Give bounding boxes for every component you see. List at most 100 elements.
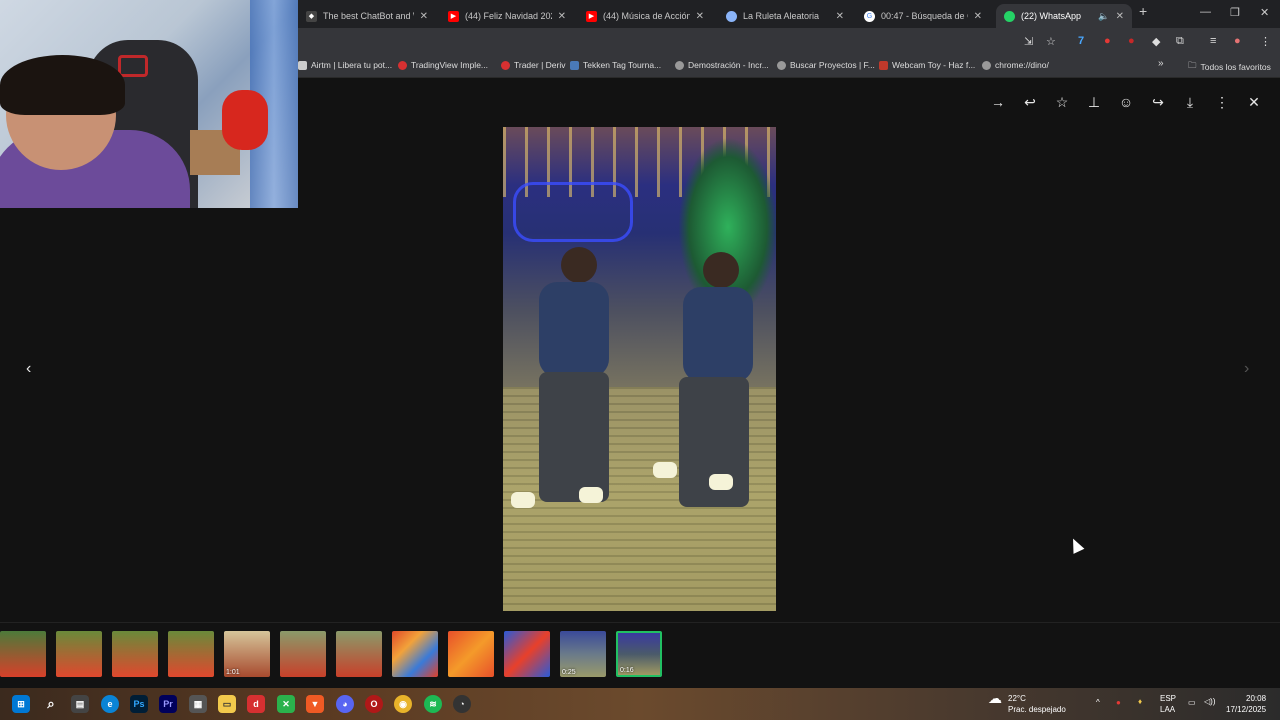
media-thumbnail-strip: 1:01 0:25 0:16: [0, 622, 1280, 688]
media-controls-icon[interactable]: ≡: [1210, 35, 1216, 47]
bookmark-buscar-proyectos[interactable]: Buscar Proyectos | F...: [777, 60, 875, 70]
spotify-icon[interactable]: ≋: [424, 695, 442, 713]
thumbnail[interactable]: [392, 631, 438, 677]
chatbot-icon: ◆: [306, 10, 317, 22]
thumbnail[interactable]: [112, 631, 158, 677]
tab-google-search[interactable]: G 00:47 - Búsqueda de Goo ✕: [856, 4, 990, 28]
media-video-frame[interactable]: [503, 127, 776, 611]
weather-description[interactable]: Prac. despejado: [1008, 705, 1066, 715]
discord-icon[interactable]: ◕: [336, 695, 354, 713]
youtube-icon: ▶: [448, 10, 459, 22]
previous-media-button[interactable]: ‹: [26, 360, 31, 378]
tray-app-icon[interactable]: ●: [1116, 698, 1121, 708]
file-explorer-icon[interactable]: ▭: [218, 695, 236, 713]
show-hidden-icons[interactable]: ^: [1096, 698, 1100, 708]
new-tab-button[interactable]: +: [1139, 3, 1147, 19]
close-icon[interactable]: ✕: [696, 11, 704, 22]
browser-toolbar: ⇲ ☆ 7 ● ● ◆ ⧉ ≡ ● ⋮: [298, 28, 1280, 56]
tab-whatsapp[interactable]: (22) WhatsApp 🔈 ✕: [996, 4, 1132, 28]
tab-musica-accion[interactable]: ▶ (44) Música de Acción y S ✕: [578, 4, 712, 28]
close-icon[interactable]: ✕: [974, 11, 982, 22]
keyboard-layout-indicator[interactable]: LAA: [1160, 705, 1175, 715]
restore-button[interactable]: ❐: [1230, 6, 1240, 19]
thumbnail[interactable]: [504, 631, 550, 677]
bookmark-airtm[interactable]: Airtm | Libera tu pot...: [298, 60, 392, 70]
language-indicator[interactable]: ESP: [1160, 694, 1176, 704]
clock-date[interactable]: 17/12/2025: [1226, 705, 1266, 715]
more-options-icon[interactable]: ⋮: [1212, 92, 1232, 112]
bookmark-dino[interactable]: chrome://dino/: [982, 60, 1049, 70]
install-app-icon[interactable]: ⇲: [1024, 35, 1033, 48]
tab-feliz-navidad[interactable]: ▶ (44) Feliz Navidad 2025 - ✕: [440, 4, 574, 28]
extension-diamond-icon[interactable]: ◆: [1152, 35, 1160, 48]
close-window-button[interactable]: ✕: [1260, 6, 1269, 19]
deriv-app-icon[interactable]: d: [247, 695, 265, 713]
minimize-button[interactable]: —: [1200, 6, 1211, 18]
extension-icon[interactable]: 7: [1078, 35, 1084, 47]
volume-icon[interactable]: ◁)): [1204, 697, 1215, 707]
tab-chatbot[interactable]: ◆ The best ChatBot and Wi ✕: [298, 4, 436, 28]
streamer-hair: [0, 55, 125, 115]
extension-red-icon[interactable]: ●: [1104, 35, 1111, 47]
bookmark-tekken[interactable]: Tekken Tag Tourna...: [570, 60, 661, 70]
plush-toy: [222, 90, 268, 150]
reply-icon[interactable]: ↩: [1020, 92, 1040, 112]
thumbnail[interactable]: [168, 631, 214, 677]
thumbnail[interactable]: 1:01: [224, 631, 270, 677]
bookmarks-overflow-button[interactable]: »: [1158, 58, 1164, 69]
download-icon[interactable]: ⤓: [1180, 92, 1200, 112]
weather-icon[interactable]: ☁: [988, 691, 1002, 705]
close-icon[interactable]: ✕: [1116, 11, 1124, 22]
extensions-puzzle-icon[interactable]: ⧉: [1176, 35, 1184, 48]
chrome-icon[interactable]: ◉: [394, 695, 412, 713]
profile-avatar-icon[interactable]: ●: [1234, 35, 1241, 47]
bookmark-star-icon[interactable]: ☆: [1046, 35, 1056, 48]
photoshop-icon[interactable]: Ps: [130, 695, 148, 713]
close-icon[interactable]: ✕: [420, 11, 428, 22]
folder-icon: 🗀: [1188, 60, 1197, 70]
microphone-icon[interactable]: ♦: [1138, 697, 1142, 707]
all-bookmarks-button[interactable]: 🗀 Todos los favoritos: [1188, 60, 1271, 74]
search-icon[interactable]: ⌕: [42, 695, 60, 713]
thumbnail-selected[interactable]: 0:16: [616, 631, 662, 677]
extension-recorder-icon[interactable]: ●: [1128, 35, 1135, 47]
thumbnail[interactable]: [448, 631, 494, 677]
go-to-message-icon[interactable]: →: [988, 92, 1008, 112]
close-icon[interactable]: ✕: [836, 11, 844, 22]
speaker-icon[interactable]: 🔈: [1098, 11, 1109, 22]
close-viewer-icon[interactable]: ✕: [1244, 92, 1264, 112]
close-icon[interactable]: ✕: [558, 11, 566, 22]
bookmark-tradingview[interactable]: TradingView Imple...: [398, 60, 488, 70]
bookmark-deriv[interactable]: Trader | Deriv: [501, 60, 566, 70]
tab-ruleta[interactable]: La Ruleta Aleatoria ✕: [718, 4, 852, 28]
forward-icon[interactable]: ↪: [1148, 92, 1168, 112]
premiere-icon[interactable]: Pr: [159, 695, 177, 713]
pin-icon[interactable]: ⊥: [1084, 92, 1104, 112]
task-view-icon[interactable]: ▤: [71, 695, 89, 713]
thumbnail[interactable]: [0, 631, 46, 677]
store-icon[interactable]: ▦: [189, 695, 207, 713]
edge-icon[interactable]: e: [101, 695, 119, 713]
opera-icon[interactable]: O: [365, 695, 383, 713]
network-icon[interactable]: ▭: [1188, 698, 1196, 708]
obs-icon[interactable]: ◔: [453, 695, 471, 713]
thumbnail[interactable]: [280, 631, 326, 677]
next-media-button[interactable]: ›: [1244, 360, 1249, 378]
star-icon[interactable]: ☆: [1052, 92, 1072, 112]
chair-logo: [118, 55, 148, 77]
emoji-reaction-icon[interactable]: ☺: [1116, 92, 1136, 112]
chrome-menu-icon[interactable]: ⋮: [1260, 35, 1271, 48]
thumbnail[interactable]: [336, 631, 382, 677]
thumbnail[interactable]: 0:25: [560, 631, 606, 677]
bookmarks-bar: Airtm | Libera tu pot... TradingView Imp…: [298, 56, 1280, 78]
youtube-icon: ▶: [586, 10, 597, 22]
clock-time[interactable]: 20:08: [1246, 694, 1266, 704]
windows-start-icon[interactable]: ⊞: [12, 695, 30, 713]
thumbnail[interactable]: [56, 631, 102, 677]
xbox-icon[interactable]: ✕: [277, 695, 295, 713]
browser-tab-strip: ◆ The best ChatBot and Wi ✕ ▶ (44) Feliz…: [298, 0, 1280, 28]
weather-temperature[interactable]: 22°C: [1008, 694, 1026, 704]
brave-icon[interactable]: ▼: [306, 695, 324, 713]
bookmark-webcam-toy[interactable]: Webcam Toy - Haz f...: [879, 60, 975, 70]
bookmark-demostracion[interactable]: Demostración - Incr...: [675, 60, 769, 70]
